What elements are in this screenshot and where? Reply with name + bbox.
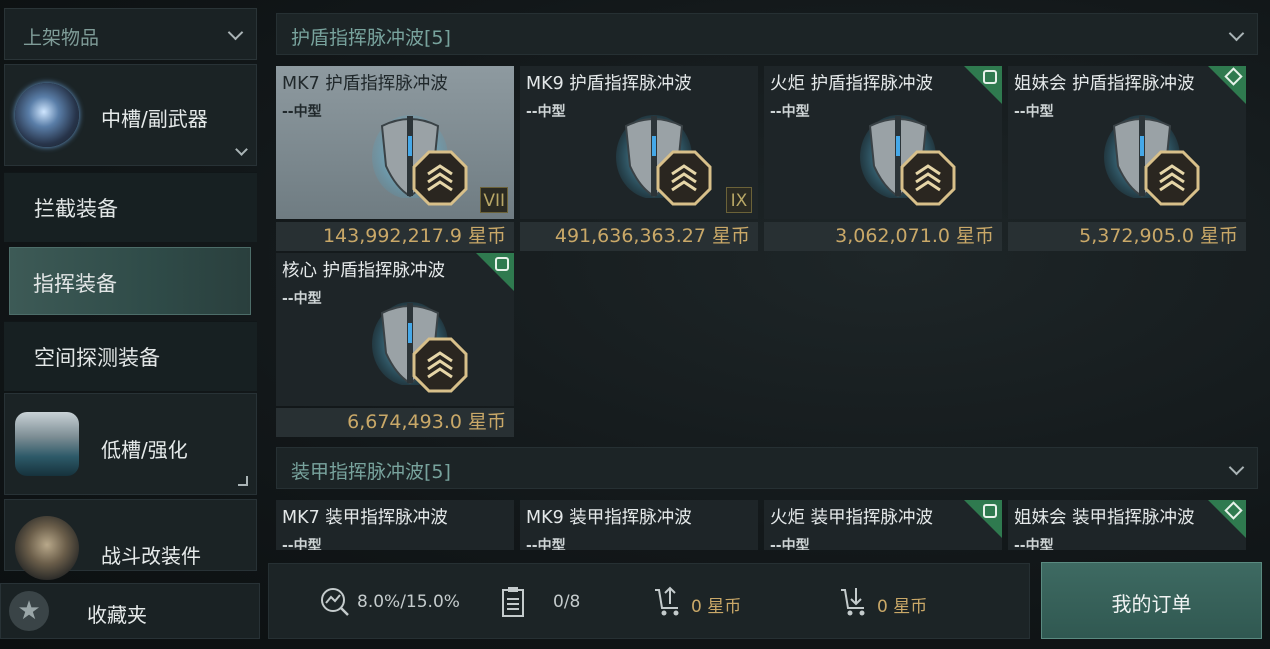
item-name: 火炬 护盾指挥脉冲波 [770,74,934,94]
category-label: 低槽/强化 [101,438,188,462]
medkit-module-icon [15,412,79,476]
star-icon: ★ [9,591,49,631]
item-name: MK7 装甲指挥脉冲波 [282,508,448,528]
subcategory-label: 指挥装备 [33,272,117,296]
order-count-value: 0/8 [553,592,581,612]
buy-cart-icon [841,588,865,616]
buy-total-value: 0 星币 [877,597,928,617]
listed-items-dropdown[interactable]: 上架物品 [4,8,257,60]
item-card[interactable]: 姐妹会 护盾指挥脉冲波 --中型 [1008,66,1246,219]
item-name: MK9 护盾指挥脉冲波 [526,74,692,94]
item-size: --中型 [526,104,566,120]
item-name: 姐妹会 护盾指挥脉冲波 [1014,74,1195,94]
item-name: 姐妹会 装甲指挥脉冲波 [1014,508,1195,528]
tier-badge: IX [726,187,752,213]
sell-total-value: 0 星币 [691,597,742,617]
category-mid-slot[interactable]: 中槽/副武器 [4,64,257,166]
item-card[interactable]: 姐妹会 装甲指挥脉冲波 --中型 [1008,500,1246,550]
corner-mark-icon [238,476,248,486]
item-size: --中型 [770,104,810,120]
rank-badge-icon [900,150,956,206]
rank-badge-icon [1144,150,1200,206]
square-badge-icon [983,504,997,518]
subcategory-label: 空间探测装备 [34,346,160,370]
section-title: 装甲指挥脉冲波[5] [291,461,451,483]
item-size: --中型 [1014,104,1054,120]
section-title: 护盾指挥脉冲波[5] [291,27,451,49]
chevron-down-icon [227,24,244,41]
item-card[interactable]: MK9 装甲指挥脉冲波 --中型 [520,500,758,550]
category-label: 中槽/副武器 [101,107,208,131]
item-size: --中型 [282,104,322,120]
item-price: 143,992,217.9 星币 [276,222,514,251]
item-card[interactable]: 火炬 护盾指挥脉冲波 --中型 [764,66,1002,219]
square-badge-icon [495,257,509,271]
item-name: MK9 装甲指挥脉冲波 [526,508,692,528]
market-status-bar: 8.0%/15.0% 0/8 0 星币 0 星币 [268,563,1030,639]
item-name: 火炬 装甲指挥脉冲波 [770,508,934,528]
item-size: --中型 [770,538,810,550]
my-orders-label: 我的订单 [1111,592,1192,616]
rank-badge-icon [412,150,468,206]
subcategory-command[interactable]: 指挥装备 [9,247,251,315]
item-price: 3,062,071.0 星币 [764,222,1002,251]
item-size: --中型 [282,291,322,307]
my-orders-button[interactable]: 我的订单 [1041,562,1262,639]
favorites-button[interactable]: ★ 收藏夹 [0,583,260,639]
chevron-down-icon [235,143,248,156]
rig-cylinders-icon [15,516,79,580]
listed-items-label: 上架物品 [23,27,100,49]
item-price: 5,372,905.0 星币 [1008,222,1246,251]
square-badge-icon [983,70,997,84]
chevron-down-icon [1228,459,1245,476]
item-card[interactable]: MK7 装甲指挥脉冲波 --中型 [276,500,514,550]
item-card[interactable]: MK7 护盾指挥脉冲波 --中型 VII [276,66,514,219]
item-size: --中型 [1014,538,1054,550]
category-label: 战斗改装件 [101,544,201,568]
subcategory-interceptor[interactable]: 拦截装备 [4,172,257,242]
item-size: --中型 [526,538,566,550]
item-price: 491,636,363.27 星币 [520,222,758,251]
lightning-orb-icon [15,83,79,147]
clipboard-icon [502,587,524,617]
item-card[interactable]: 核心 护盾指挥脉冲波 --中型 [276,253,514,406]
rank-badge-icon [412,337,468,393]
item-name: MK7 护盾指挥脉冲波 [282,74,448,94]
item-card[interactable]: 火炬 装甲指挥脉冲波 --中型 [764,500,1002,550]
tier-badge: VII [480,187,508,213]
favorites-label: 收藏夹 [87,603,147,627]
section-header-shield[interactable]: 护盾指挥脉冲波[5] [276,13,1258,55]
category-rigs[interactable]: 战斗改装件 [4,499,257,580]
category-low-slot[interactable]: 低槽/强化 [4,393,257,495]
item-price: 6,674,493.0 星币 [276,408,514,437]
tax-rate-value: 8.0%/15.0% [357,592,460,612]
faction-corner-badge [1208,66,1246,104]
rank-badge-icon [656,150,712,206]
tax-rate-icon [321,588,349,616]
category-sidebar: 上架物品 中槽/副武器 拦截装备 指挥装备 空间探测装备 低槽/强化 战斗改装件… [0,0,262,649]
subcategory-label: 拦截装备 [34,197,118,221]
section-header-armor[interactable]: 装甲指挥脉冲波[5] [276,447,1258,489]
faction-corner-badge [1208,500,1246,538]
item-card[interactable]: MK9 护盾指挥脉冲波 --中型 IX [520,66,758,219]
item-size: --中型 [282,538,322,550]
item-name: 核心 护盾指挥脉冲波 [282,261,446,281]
subcategory-probing[interactable]: 空间探测装备 [4,321,257,391]
chevron-down-icon [1228,25,1245,42]
sell-cart-icon [655,586,679,616]
